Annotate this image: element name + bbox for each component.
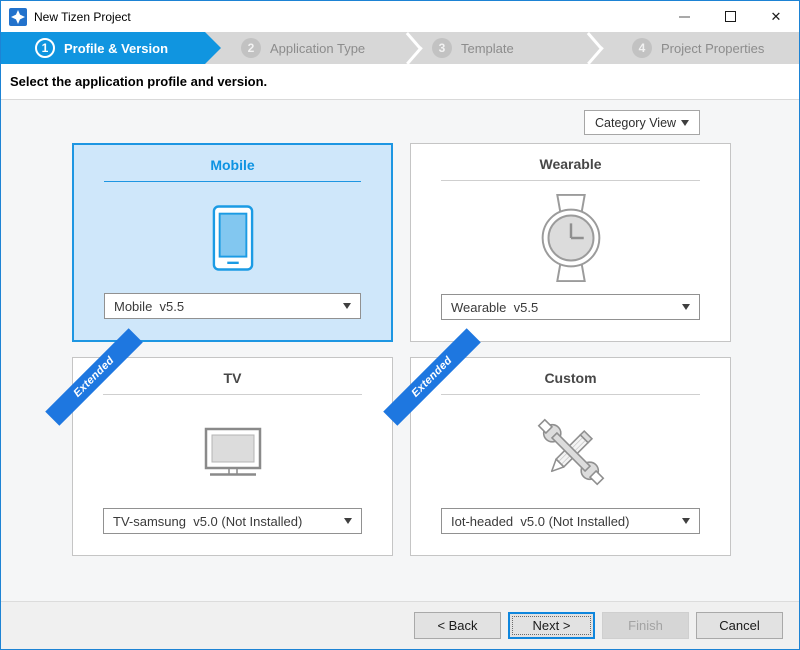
dropdown-caret-icon — [344, 518, 352, 524]
tizen-logo-icon — [9, 8, 27, 26]
tv-version-dropdown[interactable]: TV-samsung v5.0 (Not Installed) — [103, 508, 362, 534]
step-number-badge: 2 — [241, 38, 261, 58]
finish-button: Finish — [602, 612, 689, 639]
version-label: TV-samsung v5.0 (Not Installed) — [113, 514, 302, 529]
profile-card-mobile[interactable]: Mobile Mobile v5.5 — [72, 143, 393, 342]
step-label: Application Type — [270, 41, 365, 56]
wizard-step-bar: 1 Profile & Version 2 Application Type 3… — [1, 32, 799, 64]
category-view-label: Category View — [595, 116, 676, 130]
version-label: Mobile v5.5 — [114, 299, 184, 314]
profile-selection-area: Category View Mobile Mobile v5.5 Wearabl… — [1, 100, 799, 601]
profile-card-title: Wearable — [411, 156, 730, 172]
minimize-icon — [679, 16, 690, 18]
profile-card-title: Mobile — [74, 157, 391, 173]
wrench-pencil-icon — [411, 395, 730, 508]
maximize-button[interactable] — [707, 1, 753, 32]
step-label: Profile & Version — [64, 41, 168, 56]
new-tizen-project-dialog: New Tizen Project ✕ 1 Profile & Version … — [0, 0, 800, 650]
next-button[interactable]: Next > — [508, 612, 595, 639]
profile-card-custom[interactable]: Extended Custom — [410, 357, 731, 556]
dialog-button-bar: < Back Next > Finish Cancel — [1, 601, 799, 649]
step-label: Project Properties — [661, 41, 764, 56]
step-number-badge: 4 — [632, 38, 652, 58]
tv-icon — [73, 395, 392, 508]
profile-card-wearable[interactable]: Wearable Wearable v5.5 — [410, 143, 731, 342]
back-button[interactable]: < Back — [414, 612, 501, 639]
window-controls: ✕ — [661, 1, 799, 32]
dropdown-caret-icon — [681, 120, 689, 126]
dropdown-caret-icon — [682, 518, 690, 524]
step-application-type: 2 Application Type — [241, 32, 365, 64]
watch-icon — [411, 181, 730, 294]
version-label: Wearable v5.5 — [451, 300, 538, 315]
wearable-version-dropdown[interactable]: Wearable v5.5 — [441, 294, 700, 320]
minimize-button[interactable] — [661, 1, 707, 32]
profile-card-title: Custom — [411, 370, 730, 386]
step-number-badge: 3 — [432, 38, 452, 58]
profile-card-title: TV — [73, 370, 392, 386]
dropdown-caret-icon — [682, 304, 690, 310]
title-bar: New Tizen Project ✕ — [1, 1, 799, 32]
category-view-dropdown[interactable]: Category View — [584, 110, 700, 135]
instruction-text: Select the application profile and versi… — [10, 74, 267, 89]
custom-version-dropdown[interactable]: Iot-headed v5.0 (Not Installed) — [441, 508, 700, 534]
step-profile-version: 1 Profile & Version — [35, 32, 168, 64]
version-label: Iot-headed v5.0 (Not Installed) — [451, 514, 630, 529]
step-project-properties: 4 Project Properties — [632, 32, 764, 64]
instruction-header: Select the application profile and versi… — [1, 64, 799, 100]
profile-card-tv[interactable]: Extended TV TV-samsung v5.0 (Not Install… — [72, 357, 393, 556]
step-separator-icon — [589, 32, 605, 64]
cancel-button[interactable]: Cancel — [696, 612, 783, 639]
step-template: 3 Template — [432, 32, 514, 64]
mobile-version-dropdown[interactable]: Mobile v5.5 — [104, 293, 361, 319]
maximize-icon — [725, 11, 736, 22]
step-label: Template — [461, 41, 514, 56]
close-icon: ✕ — [771, 10, 782, 23]
close-button[interactable]: ✕ — [753, 1, 799, 32]
step-separator-icon — [408, 32, 424, 64]
step-number-badge: 1 — [35, 38, 55, 58]
phone-icon — [74, 182, 391, 293]
dropdown-caret-icon — [343, 303, 351, 309]
window-title: New Tizen Project — [34, 10, 131, 24]
